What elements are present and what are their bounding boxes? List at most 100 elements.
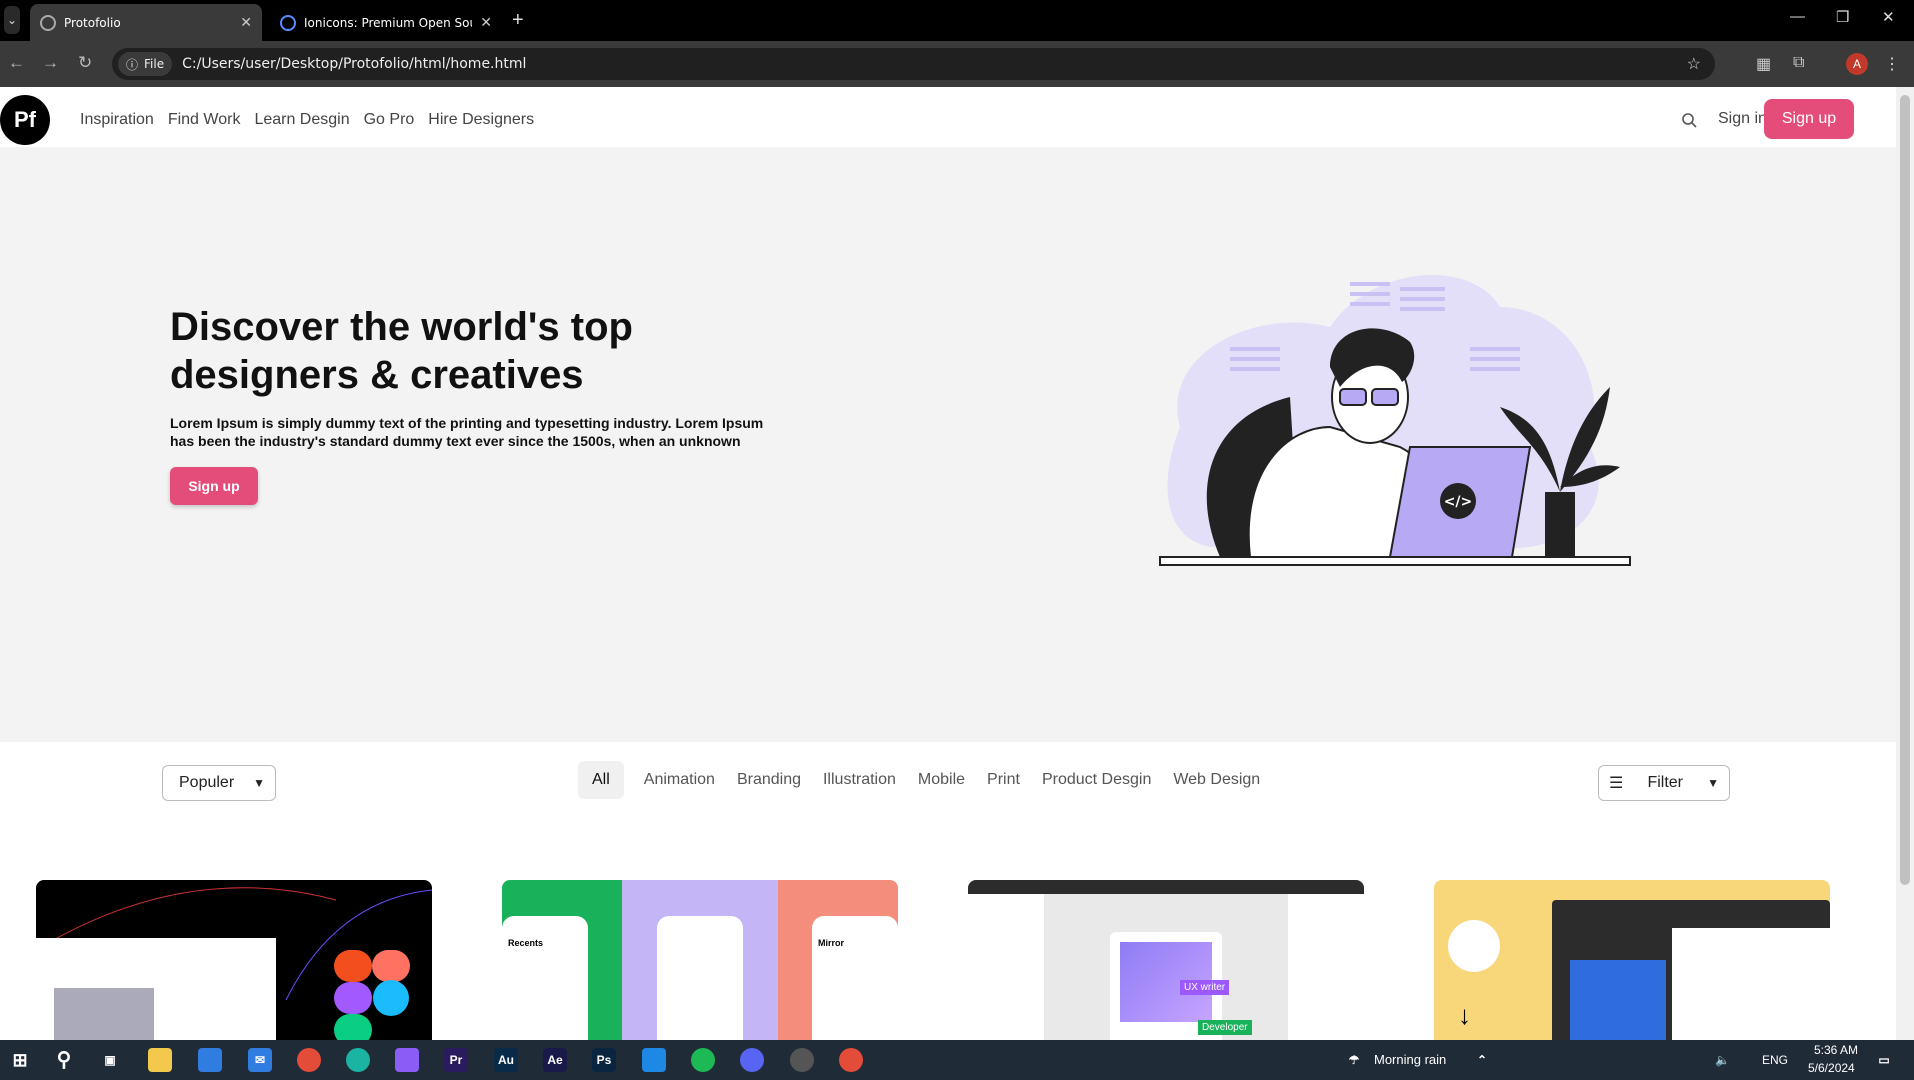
chevron-down-icon: ▼ bbox=[253, 776, 265, 790]
chrome-active-icon[interactable] bbox=[839, 1048, 863, 1072]
file-explorer-icon[interactable] bbox=[148, 1048, 172, 1072]
new-tab-plus-icon[interactable]: + bbox=[512, 9, 524, 32]
restore-icon[interactable]: ❐ bbox=[1836, 8, 1849, 26]
category-animation[interactable]: Animation bbox=[633, 761, 726, 799]
tab-search-chevron-icon[interactable]: ⌄ bbox=[4, 6, 20, 34]
search-icon[interactable] bbox=[1680, 111, 1698, 129]
category-print[interactable]: Print bbox=[976, 761, 1031, 799]
phone-middle bbox=[657, 916, 743, 1040]
shot-card-figma[interactable] bbox=[36, 880, 432, 1040]
nav-find-work[interactable]: Find Work bbox=[168, 111, 241, 129]
phone-mirror: Mirror bbox=[812, 916, 898, 1040]
hero-section: Discover the world's top designers & cre… bbox=[0, 147, 1896, 742]
back-arrow-icon[interactable]: ← bbox=[8, 53, 25, 73]
site-header: Pf Inspiration Find Work Learn Desgin Go… bbox=[0, 87, 1896, 147]
extensions-puzzle-icon[interactable]: ⧉ bbox=[1793, 54, 1804, 72]
nav-hire-designers[interactable]: Hire Designers bbox=[428, 111, 534, 129]
task-view-icon[interactable]: ▣ bbox=[98, 1048, 122, 1072]
address-toolbar: ← → ↻ ⓘ File C:/Users/user/Desktop/Proto… bbox=[0, 41, 1914, 87]
filter-lines-icon: ☰ bbox=[1609, 775, 1624, 792]
nav-learn-design[interactable]: Learn Desgin bbox=[254, 111, 349, 129]
category-illustration[interactable]: Illustration bbox=[812, 761, 907, 799]
portrait-art bbox=[1570, 960, 1666, 1040]
volume-icon[interactable]: 🔈 bbox=[1715, 1048, 1730, 1072]
editor-layers-panel bbox=[968, 894, 1044, 1040]
tab-protofolio[interactable]: Protofolio ✕ bbox=[30, 4, 262, 41]
search-icon[interactable]: ⚲ bbox=[52, 1048, 76, 1072]
category-product-design[interactable]: Product Desgin bbox=[1031, 761, 1162, 799]
obs-icon[interactable] bbox=[790, 1048, 814, 1072]
minimize-icon[interactable]: — bbox=[1790, 8, 1805, 25]
url-text[interactable]: C:/Users/user/Desktop/Protofolio/html/ho… bbox=[182, 56, 526, 72]
signin-link[interactable]: Sign in bbox=[1718, 110, 1767, 128]
store-icon[interactable] bbox=[198, 1048, 222, 1072]
translate-extension-icon[interactable]: ▦ bbox=[1756, 54, 1771, 74]
filter-select[interactable]: ☰ Filter ▼ bbox=[1598, 765, 1730, 801]
phone-recents: Recents bbox=[502, 916, 588, 1040]
shot-thumbnail bbox=[36, 887, 432, 1040]
close-icon[interactable]: ✕ bbox=[240, 14, 252, 31]
category-web-design[interactable]: Web Design bbox=[1162, 761, 1271, 799]
signup-button[interactable]: Sign up bbox=[1764, 99, 1854, 139]
mail-icon[interactable]: ✉ bbox=[248, 1048, 272, 1072]
audition-icon[interactable]: Au bbox=[494, 1048, 518, 1072]
category-branding[interactable]: Branding bbox=[726, 761, 812, 799]
premiere-icon[interactable]: Pr bbox=[444, 1048, 468, 1072]
hero-signup-button[interactable]: Sign up bbox=[170, 467, 258, 505]
site-info-chip[interactable]: ⓘ File bbox=[118, 52, 173, 76]
weather-text[interactable]: Morning rain bbox=[1374, 1052, 1446, 1067]
info-icon: ⓘ bbox=[126, 57, 139, 72]
chrome-icon[interactable] bbox=[297, 1048, 321, 1072]
reload-icon[interactable]: ↻ bbox=[78, 53, 92, 73]
windows-start-icon[interactable]: ⊞ bbox=[8, 1048, 32, 1072]
category-all[interactable]: All bbox=[578, 761, 624, 799]
shot-card-mobile[interactable]: Recents Mirror bbox=[502, 880, 898, 1040]
filter-bar: Populer ▼ All Animation Branding Illustr… bbox=[0, 742, 1896, 852]
editor-panel bbox=[1672, 928, 1830, 1040]
sort-select[interactable]: Populer ▼ bbox=[162, 765, 276, 801]
spotify-icon[interactable] bbox=[691, 1048, 715, 1072]
filter-label: Filter bbox=[1647, 774, 1683, 791]
editor-window bbox=[1552, 900, 1830, 1040]
window-close-icon[interactable]: ✕ bbox=[1882, 8, 1895, 26]
notifications-icon[interactable]: ▭ bbox=[1872, 1048, 1896, 1072]
clock-time[interactable]: 5:36 AM bbox=[1814, 1043, 1858, 1057]
editor-toolbar bbox=[968, 880, 1364, 894]
nav-inspiration[interactable]: Inspiration bbox=[80, 111, 154, 129]
language-indicator[interactable]: ENG bbox=[1762, 1053, 1788, 1067]
menu-kebab-icon[interactable]: ⋮ bbox=[1884, 54, 1900, 74]
nav-go-pro[interactable]: Go Pro bbox=[364, 111, 415, 129]
tray-icons[interactable]: ⌃ bbox=[1475, 1048, 1489, 1072]
figma-logo-icon bbox=[1448, 920, 1500, 972]
shot-card-figma-dev[interactable]: ↓ bbox=[1434, 880, 1830, 1040]
tab-title: Protofolio bbox=[64, 15, 121, 30]
category-mobile[interactable]: Mobile bbox=[907, 761, 976, 799]
arrow-down-icon: ↓ bbox=[1458, 1000, 1471, 1030]
omnibox[interactable]: ⓘ File C:/Users/user/Desktop/Protofolio/… bbox=[112, 48, 1715, 80]
close-icon[interactable]: ✕ bbox=[480, 14, 492, 31]
photoshop-icon[interactable]: Ps bbox=[592, 1048, 616, 1072]
page-scrollbar[interactable] bbox=[1896, 87, 1914, 1040]
visual-studio-icon[interactable] bbox=[395, 1048, 419, 1072]
after-effects-icon[interactable]: Ae bbox=[543, 1048, 567, 1072]
bookmark-star-icon[interactable]: ☆ bbox=[1687, 54, 1701, 74]
code-badge: </> bbox=[1444, 494, 1473, 510]
profile-avatar[interactable]: A bbox=[1846, 53, 1868, 75]
discord-icon[interactable] bbox=[740, 1048, 764, 1072]
globe-icon bbox=[40, 14, 56, 31]
tag-developer: Developer bbox=[1198, 1020, 1252, 1035]
shot-card-webdesign[interactable]: UX writer Developer bbox=[968, 880, 1364, 1040]
edge-icon[interactable] bbox=[346, 1048, 370, 1072]
tab-ionicons[interactable]: Ionicons: Premium Open Source ✕ bbox=[270, 4, 502, 41]
main-nav: Inspiration Find Work Learn Desgin Go Pr… bbox=[80, 111, 534, 129]
scrollbar-thumb[interactable] bbox=[1900, 95, 1910, 885]
forward-arrow-icon[interactable]: → bbox=[42, 53, 59, 73]
developer-illustration: </> bbox=[1159, 274, 1631, 566]
ionicons-favicon-icon bbox=[280, 14, 296, 31]
weather-rain-icon: ☂ bbox=[1348, 1053, 1360, 1067]
site-logo[interactable]: Pf bbox=[0, 95, 50, 145]
vscode-icon[interactable] bbox=[642, 1048, 666, 1072]
tab-title: Ionicons: Premium Open Source bbox=[304, 15, 472, 30]
chevron-down-icon: ▼ bbox=[1707, 776, 1719, 790]
clock-date[interactable]: 5/6/2024 bbox=[1808, 1061, 1855, 1075]
